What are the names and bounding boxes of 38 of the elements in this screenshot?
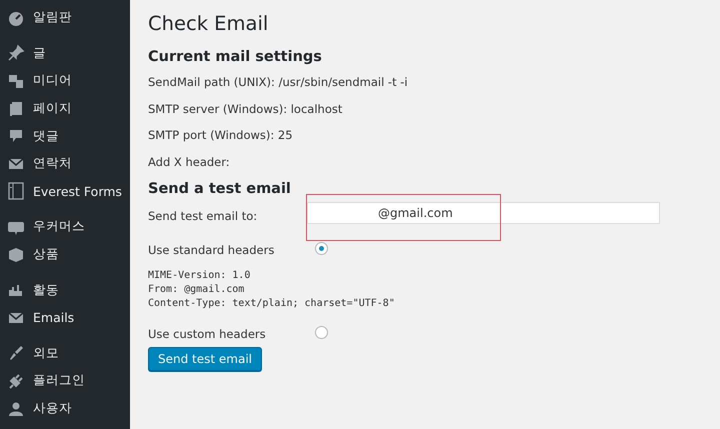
- header-line: Content-Type: text/plain; charset="UTF-8": [148, 297, 396, 311]
- sidebar-item[interactable]: 미디어: [0, 67, 130, 95]
- setting-text: SMTP port (Windows): 25: [148, 128, 293, 142]
- setting-text: SendMail path (UNIX): /usr/sbin/sendmail -t -i: [148, 75, 408, 89]
- setting-text: SMTP server (Windows): localhost: [148, 102, 342, 116]
- sidebar-item[interactable]: 페이지: [0, 94, 130, 122]
- page-icon: [7, 100, 25, 118]
- section-heading: Current mail settings: [148, 49, 322, 65]
- radio-button[interactable]: [315, 326, 328, 339]
- sidebar-item[interactable]: 알림판: [0, 4, 130, 32]
- plug-icon: [7, 372, 25, 390]
- section-heading: Send a test email: [148, 181, 291, 197]
- sidebar-item[interactable]: 상품: [0, 240, 130, 268]
- sidebar-item[interactable]: Everest Forms: [0, 178, 130, 206]
- sidebar-item[interactable]: 사용자: [0, 394, 130, 422]
- form-icon: [7, 182, 25, 200]
- brush-icon: [7, 344, 25, 362]
- setting-text: Add X header:: [148, 154, 230, 168]
- page-title: Check Email: [148, 12, 268, 35]
- send-test-email-button[interactable]: Send test email: [148, 347, 262, 371]
- header-line: From: @gmail.com: [148, 283, 246, 297]
- sidebar-item[interactable]: 외모: [0, 340, 130, 368]
- sidebar-item[interactable]: 글: [0, 40, 130, 68]
- sidebar-item[interactable]: 플러그인: [0, 367, 130, 395]
- option-label: Use standard headers: [148, 243, 276, 257]
- sidebar-item[interactable]: 댓글: [0, 122, 130, 150]
- box-icon: [7, 246, 25, 264]
- person-icon: [7, 400, 25, 418]
- field-label: Send test email to:: [148, 209, 258, 223]
- header-line: MIME-Version: 1.0: [148, 269, 252, 283]
- sidebar-item[interactable]: 활동: [0, 276, 130, 304]
- radio-button[interactable]: [315, 242, 328, 255]
- sidebar-item[interactable]: 우커머스: [0, 213, 130, 241]
- sidebar-item[interactable]: 연락처: [0, 150, 130, 178]
- sidebar-item[interactable]: Emails: [0, 304, 130, 332]
- email-field[interactable]: @gmail.com: [307, 202, 660, 224]
- pin-icon: [7, 44, 25, 62]
- option-label: Use custom headers: [148, 327, 267, 341]
